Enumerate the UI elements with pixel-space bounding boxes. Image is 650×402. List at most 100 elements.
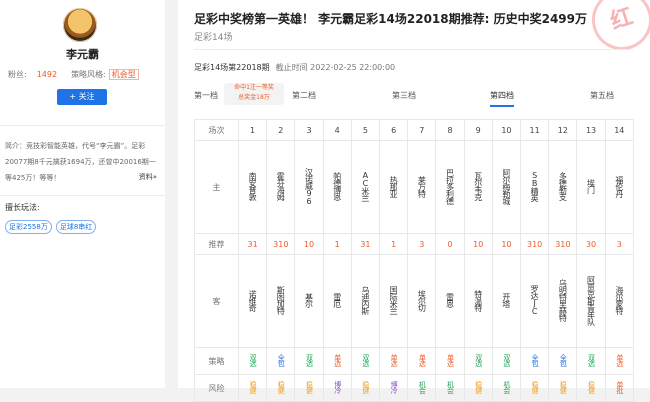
home-value: 阿尔梅勒城 — [501, 168, 511, 204]
cell-away: 罗达JC — [520, 254, 550, 348]
row-label: 主 — [194, 140, 239, 234]
num-value: 12 — [557, 125, 568, 135]
strategy-value: 单选 — [446, 354, 455, 366]
user-name[interactable]: 李元霸 — [0, 46, 165, 62]
tab-tier-3[interactable]: 第三档 — [392, 90, 416, 101]
away-value: 乌明特里赫特 — [558, 279, 568, 321]
more-link[interactable]: 资料» — [139, 169, 157, 185]
risk-value: 稳健 — [361, 381, 370, 393]
cell-strategy: 双选 — [463, 347, 493, 375]
strategy-value: 全包 — [559, 354, 568, 366]
rec-value: 0 — [447, 239, 453, 249]
risk-value: 稳健 — [277, 381, 286, 393]
rec-value: 10 — [303, 239, 315, 249]
home-value: 埃门 — [586, 179, 596, 193]
cell-strategy: 单选 — [435, 347, 465, 375]
home-value: 福伦丹 — [614, 175, 624, 197]
home-value: 霍芬海姆 — [276, 172, 286, 200]
row-label: 场次 — [194, 119, 239, 141]
match-table: 场次 1 2 3 4 5 6 7 8 9 10 11 12 13 14 主南安普敦 霍芬海姆 汉诺威96 帕德博恩 A… — [194, 119, 635, 402]
cell-rec: 0 — [435, 233, 465, 255]
cell-risk: 博冷 — [322, 374, 352, 402]
risk-value: 稳健 — [305, 381, 314, 393]
cell-risk: 机会 — [435, 374, 465, 402]
tab-tier-2[interactable]: 第二档 — [292, 90, 316, 101]
cell-num: 4 — [322, 119, 352, 141]
divider — [194, 49, 634, 50]
follow-button[interactable]: + 关注 — [57, 89, 107, 105]
cell-rec: 10 — [294, 233, 324, 255]
cell-num: 6 — [379, 119, 409, 141]
tab-tier-1[interactable]: 第一档 — [194, 90, 218, 101]
num-value: 14 — [614, 125, 625, 135]
cell-rec: 310 — [266, 233, 296, 255]
rec-value: 10 — [501, 239, 512, 249]
strategy-value: 双选 — [587, 354, 596, 366]
cell-home: AC米兰 — [350, 140, 381, 234]
strategy-value: 双选 — [249, 354, 258, 366]
cell-away: 阿贾克斯青年队 — [576, 254, 606, 348]
cell-risk: 稳健 — [237, 374, 268, 402]
away-value: 埃尔切 — [417, 289, 427, 311]
num-value: 10 — [501, 125, 512, 135]
cell-num: 10 — [491, 119, 522, 141]
row-risk: 风险 稳健 稳健 稳健 博冷 稳健 博冷 机会 机会 稳健 机会 稳健 稳健 稳健 单批 — [194, 374, 635, 402]
tag[interactable]: 足彩2558万 — [5, 220, 52, 234]
rec-value: 10 — [473, 239, 484, 249]
cell-away: 国际米兰 — [379, 254, 409, 348]
cell-rec: 31 — [237, 233, 268, 255]
avatar[interactable] — [63, 8, 97, 42]
intro-text: 简介：竞技彩智能英雄，代号“李元霸”。足彩20077期8千元擒获1694万，还曾… — [5, 142, 156, 182]
fans-count: 1492 — [36, 70, 58, 79]
tab-tier-5[interactable]: 第五档 — [590, 90, 614, 101]
away-value: 雷恩 — [445, 293, 455, 307]
rec-value: 31 — [360, 239, 371, 249]
cell-strategy: 全包 — [266, 347, 296, 375]
cell-rec: 31 — [350, 233, 381, 255]
cell-home: 南安普敦 — [237, 140, 268, 234]
cell-home: 埃门 — [576, 140, 606, 234]
fans-label: 粉丝: — [8, 70, 27, 79]
home-value: 汉诺威96 — [304, 167, 314, 205]
tag-list: 足彩2558万 足球8串红 — [5, 220, 100, 234]
row-label: 推荐 — [194, 233, 239, 255]
cell-home: 多德勒支 — [548, 140, 578, 234]
away-value: 斯图加特 — [276, 286, 286, 314]
rec-value: 310 — [526, 239, 543, 249]
promo-badge: 命中1注一等奖 总奖金18万 — [224, 83, 284, 105]
cell-home: 汉诺威96 — [294, 140, 324, 234]
cell-rec: 310 — [520, 233, 550, 255]
row-strategy: 策略 双选 全包 双选 单选 双选 单选 单选 单选 双选 双选 全包 全包 双选 单选 — [194, 347, 635, 375]
away-value: 诺维奇 — [248, 289, 258, 311]
strategy-value: 单选 — [418, 354, 427, 366]
strategy-value: 单选 — [333, 354, 342, 366]
cell-risk: 机会 — [491, 374, 522, 402]
cell-num: 5 — [350, 119, 381, 141]
promo-line: 命中1注一等奖 — [234, 84, 274, 91]
cell-home: 霍芬海姆 — [266, 140, 296, 234]
home-value: 热那亚 — [389, 175, 399, 197]
style-badge: 机会型 — [108, 69, 139, 80]
rec-value: 31 — [247, 239, 258, 249]
risk-value: 单批 — [615, 381, 624, 393]
cell-strategy: 双选 — [491, 347, 522, 375]
num-value: 5 — [362, 125, 368, 135]
cell-away: 诺维奇 — [237, 254, 268, 348]
cell-away: 斯图加特 — [266, 254, 296, 348]
cell-away: 乌明特里赫特 — [548, 254, 578, 348]
risk-value: 机会 — [418, 381, 427, 393]
cell-home: 阿尔梅勒城 — [491, 140, 522, 234]
away-value: 基尔 — [304, 293, 314, 307]
home-value: SB精英 — [530, 171, 540, 201]
tab-tier-4[interactable]: 第四档 — [490, 90, 514, 107]
cell-rec: 10 — [463, 233, 493, 255]
cell-risk: 单批 — [604, 374, 635, 402]
strategy-value: 单选 — [615, 354, 624, 366]
away-value: 阿贾克斯青年队 — [586, 275, 596, 325]
rec-value: 310 — [273, 239, 289, 249]
away-value: 海尔蒙特 — [614, 286, 624, 314]
tag[interactable]: 足球8串红 — [55, 220, 97, 234]
num-value: 9 — [475, 125, 481, 135]
strategy-value: 双选 — [502, 354, 511, 366]
rec-value: 1 — [391, 239, 397, 249]
